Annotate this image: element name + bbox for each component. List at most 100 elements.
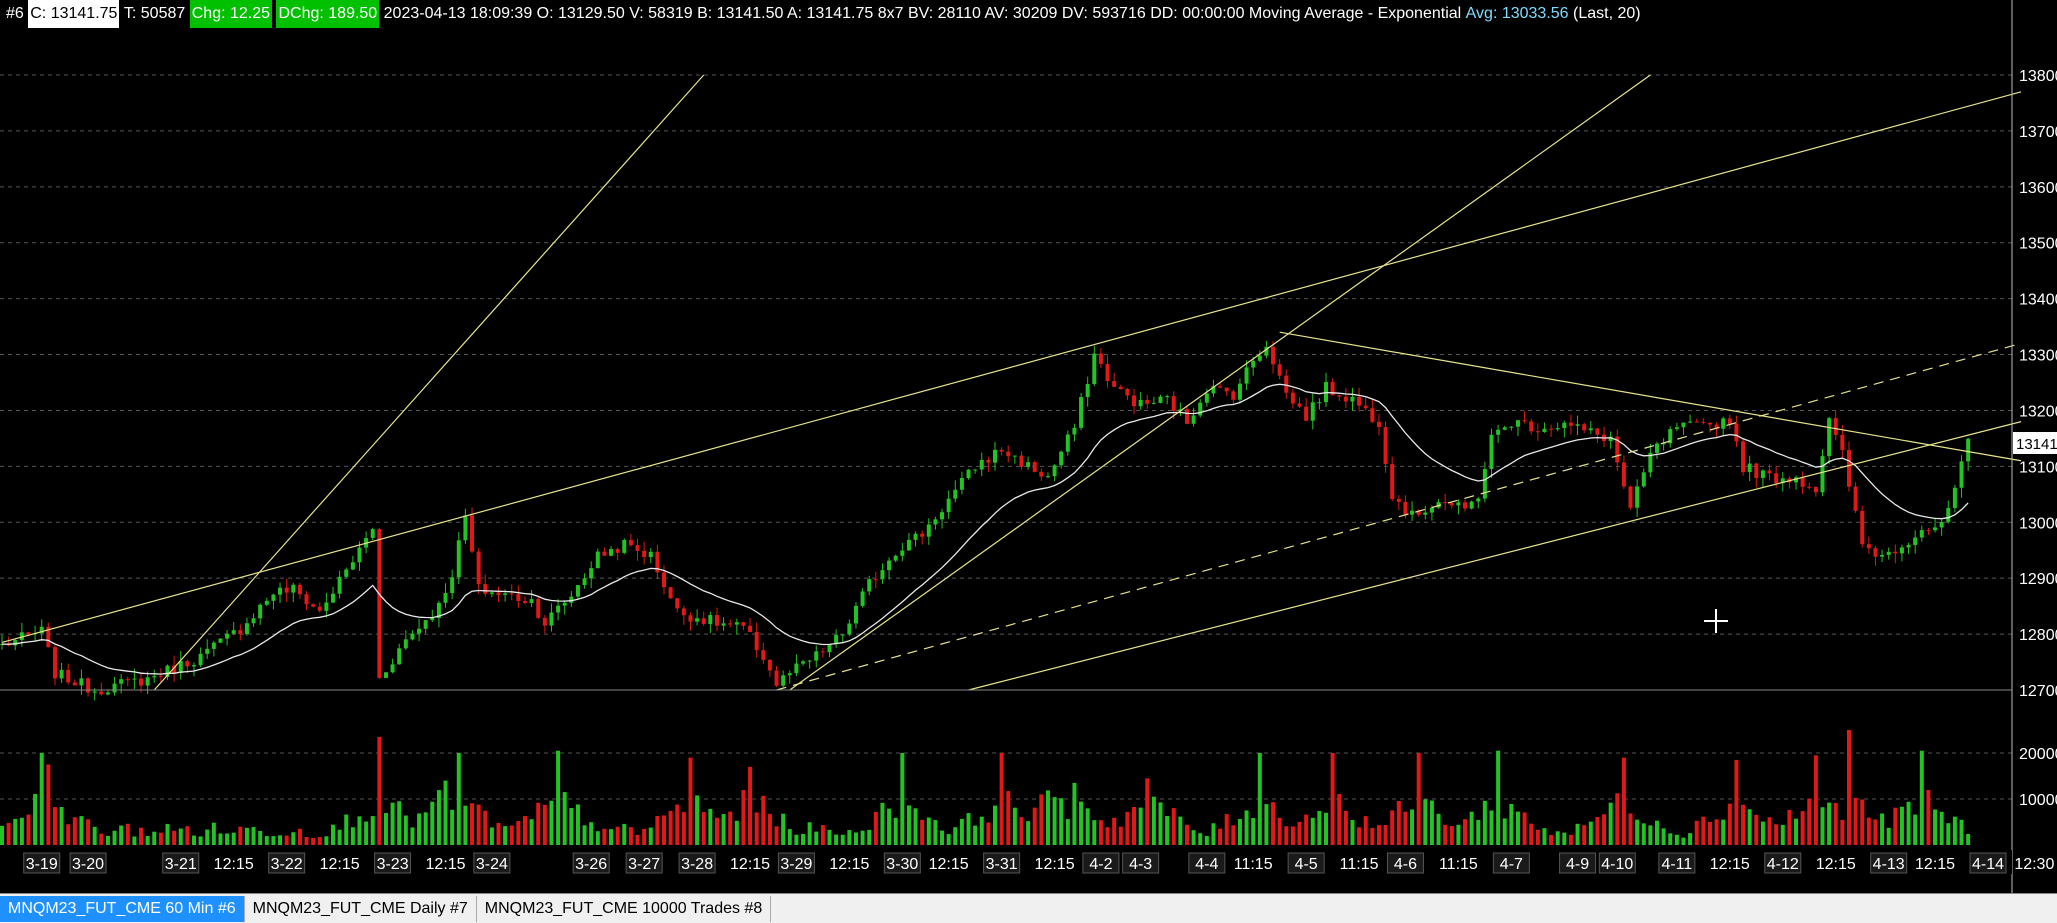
volume-bar [1648, 825, 1653, 845]
candle-body [1112, 381, 1117, 387]
volume-bar [1952, 816, 1957, 845]
candle-body [1284, 375, 1289, 393]
volume-bar [337, 829, 342, 845]
candle-body [979, 459, 984, 470]
candle-body [317, 606, 322, 611]
volume-bar [807, 822, 812, 845]
volume-bar [152, 831, 157, 845]
trendline[interactable] [1279, 331, 2022, 462]
candle-body [946, 498, 951, 513]
chart-tab[interactable]: MNQM23_FUT_CME 60 Min #6 [0, 895, 245, 922]
candle-body [1476, 498, 1481, 502]
volume-bar [1701, 816, 1706, 845]
volume-bar [1635, 819, 1640, 845]
candle-body [1846, 449, 1851, 487]
volume-bar [1204, 835, 1209, 845]
volume-bar [1463, 819, 1468, 845]
candle-body [1913, 537, 1918, 546]
volume-bar [1681, 837, 1686, 845]
volume-bar [615, 826, 620, 845]
volume-bar [1502, 818, 1507, 845]
trendline[interactable] [968, 421, 2022, 691]
volume-bar [99, 833, 104, 845]
volume-bar [1688, 833, 1693, 845]
volume-bar [787, 829, 792, 845]
volume-bar [1310, 817, 1315, 845]
volume-bar [377, 736, 382, 845]
candle-body [595, 551, 600, 569]
volume-bar [92, 826, 97, 845]
volume-bar [1939, 811, 1944, 845]
volume-bar [834, 834, 839, 845]
candle-body [403, 639, 408, 649]
candle-body [1509, 426, 1514, 428]
volume-bar [622, 823, 627, 845]
volume-bar [297, 828, 302, 845]
candle-body [966, 469, 971, 479]
volume-bar [1800, 811, 1805, 845]
volume-bar [1899, 806, 1904, 845]
candle-body [1317, 402, 1322, 404]
candle-body [880, 570, 885, 580]
price-tick-label: 12700 [2019, 683, 2057, 700]
volume-tick-label: 10000 [2019, 792, 2057, 809]
candle-body [582, 578, 587, 586]
volume-bar [1065, 819, 1070, 845]
volume-bar [178, 828, 183, 845]
volume-bar [1337, 794, 1342, 845]
volume-bar [33, 793, 38, 845]
trendline[interactable] [789, 74, 1651, 691]
volume-bar [1602, 814, 1607, 845]
volume-bar [403, 815, 408, 845]
volume-bar [1913, 814, 1918, 845]
candle-body [132, 678, 137, 680]
candle-body [1151, 402, 1156, 404]
candle-body [1429, 507, 1434, 513]
candle-body [681, 608, 686, 616]
candle-body [814, 651, 819, 661]
volume-bar [556, 750, 561, 845]
volume-bar [1655, 820, 1659, 845]
time-tick-label: 11:15 [1234, 856, 1273, 873]
candle-body [1006, 451, 1011, 457]
chart-tab[interactable]: MNQM23_FUT_CME Daily #7 [245, 895, 477, 922]
candle-body [331, 593, 335, 603]
volume-bar [999, 753, 1004, 845]
time-axis: 3-19 3-20 3-21 12:15 3-22 12:15 3-23 12:15 3-24 3… [0, 850, 2054, 874]
trendline[interactable] [1, 91, 2022, 644]
candle-body [933, 519, 938, 525]
volume-bar [1370, 827, 1375, 845]
volume-bar [1496, 750, 1501, 845]
candle-body [324, 602, 329, 611]
volume-bars [0, 730, 1971, 845]
volume-bar [1515, 811, 1520, 845]
time-tick-label: 3-31 [986, 856, 1018, 873]
candle-body [973, 469, 978, 471]
moving-average [1, 383, 1969, 675]
crosshair-cursor [1704, 609, 1728, 633]
candle-body [430, 618, 435, 621]
candle-body [1588, 428, 1593, 431]
candle-body [873, 579, 878, 581]
volume-bar [311, 837, 316, 845]
trendline[interactable] [776, 342, 2022, 691]
candle-body [251, 618, 256, 624]
volume-bar [940, 830, 945, 845]
volume-bar [1893, 807, 1898, 845]
volume-bar [496, 822, 501, 845]
chart-tab[interactable]: MNQM23_FUT_CME 10000 Trades #8 [477, 895, 772, 922]
volume-bar [781, 813, 786, 845]
volume-bar [1383, 824, 1388, 845]
volume-bar [668, 810, 673, 845]
candle-body [993, 449, 997, 463]
volume-bar [370, 816, 375, 845]
trendline[interactable] [153, 74, 705, 691]
volume-bar [1582, 825, 1587, 845]
volume-bar [1707, 821, 1712, 845]
candle-body [609, 549, 614, 556]
candle-body [1098, 353, 1103, 364]
volume-bar [390, 802, 395, 845]
volume-bar [880, 802, 885, 845]
price-chart[interactable]: 13800 13700 13600 13500 13400 13300 13200 13100… [0, 0, 2057, 893]
volume-bar [231, 832, 236, 845]
